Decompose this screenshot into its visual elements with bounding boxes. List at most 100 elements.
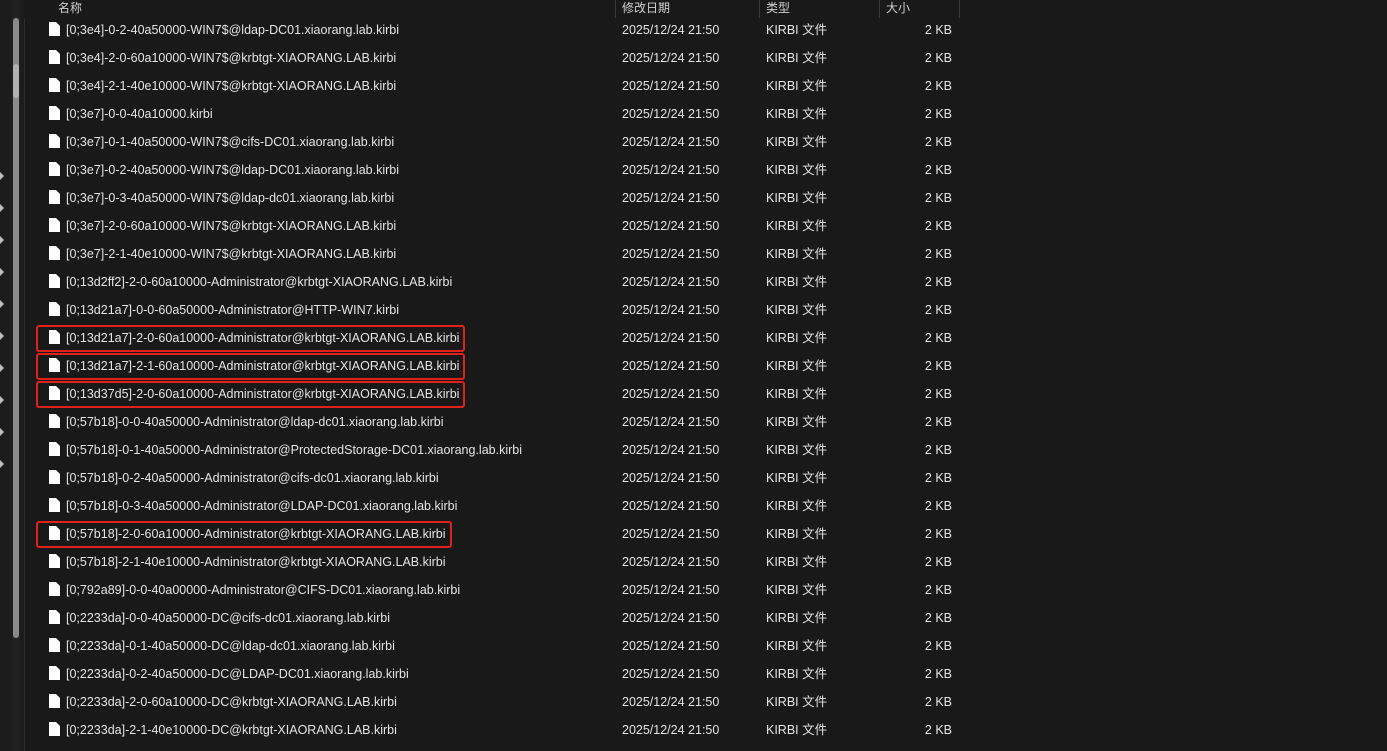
file-name: [0;57b18]-0-0-40a50000-Administrator@lda… bbox=[66, 415, 444, 429]
file-modified-date: 2025/12/24 21:50 bbox=[622, 247, 720, 261]
file-size: 2 KB bbox=[924, 723, 952, 737]
file-row[interactable]: [0;3e7]-0-1-40a50000-WIN7$@cifs-DC01.xia… bbox=[24, 128, 1387, 156]
file-size: 2 KB bbox=[924, 191, 952, 205]
chevron-right-icon[interactable] bbox=[0, 236, 4, 244]
file-name: [0;3e7]-0-2-40a50000-WIN7$@ldap-DC01.xia… bbox=[66, 163, 400, 177]
file-modified-date: 2025/12/24 21:50 bbox=[622, 667, 720, 681]
file-size: 2 KB bbox=[924, 639, 952, 653]
file-row[interactable]: [0;792a89]-0-0-40a00000-Administrator@CI… bbox=[24, 576, 1387, 604]
file-name: [0;3e7]-0-0-40a10000.kirbi bbox=[66, 107, 213, 121]
file-row[interactable]: [0;13d37d5]-2-0-60a10000-Administrator@k… bbox=[24, 380, 1387, 408]
file-type: KIRBI 文件 bbox=[766, 695, 828, 709]
file-size: 2 KB bbox=[924, 359, 952, 373]
file-size: 2 KB bbox=[924, 79, 952, 93]
file-name: [0;3e4]-0-2-40a50000-WIN7$@ldap-DC01.xia… bbox=[66, 23, 400, 37]
file-icon bbox=[49, 218, 60, 232]
file-row[interactable]: [0;3e4]-2-1-40e10000-WIN7$@krbtgt-XIAORA… bbox=[24, 72, 1387, 100]
file-size: 2 KB bbox=[924, 247, 952, 261]
file-modified-date: 2025/12/24 21:50 bbox=[622, 107, 720, 121]
file-modified-date: 2025/12/24 21:50 bbox=[622, 723, 720, 737]
navigation-scrollbar[interactable] bbox=[12, 0, 20, 751]
chevron-right-icon[interactable] bbox=[0, 460, 4, 468]
file-row[interactable]: [0;3e4]-0-2-40a50000-WIN7$@ldap-DC01.xia… bbox=[24, 16, 1387, 44]
file-size: 2 KB bbox=[924, 499, 952, 513]
file-modified-date: 2025/12/24 21:50 bbox=[622, 331, 720, 345]
file-row[interactable]: [0;3e7]-0-0-40a10000.kirbi 2025/12/24 21:… bbox=[24, 100, 1387, 128]
scrollbar-thumb[interactable] bbox=[13, 64, 19, 98]
file-row[interactable]: [0;57b18]-2-1-40e10000-Administrator@krb… bbox=[24, 548, 1387, 576]
scrollbar-track-fill bbox=[13, 18, 19, 638]
file-type: KIRBI 文件 bbox=[766, 51, 828, 65]
file-row[interactable]: [0;3e7]-0-2-40a50000-WIN7$@ldap-DC01.xia… bbox=[24, 156, 1387, 184]
file-name: [0;13d21a7]-0-0-60a50000-Administrator@H… bbox=[66, 303, 399, 317]
file-type: KIRBI 文件 bbox=[766, 555, 828, 569]
file-row[interactable]: [0;57b18]-2-0-60a10000-Administrator@krb… bbox=[24, 520, 1387, 548]
file-type: KIRBI 文件 bbox=[766, 639, 828, 653]
file-icon bbox=[49, 442, 60, 456]
file-modified-date: 2025/12/24 21:50 bbox=[622, 527, 720, 541]
file-name: [0;57b18]-0-2-40a50000-Administrator@cif… bbox=[66, 471, 439, 485]
file-icon bbox=[49, 106, 60, 120]
file-size: 2 KB bbox=[924, 135, 952, 149]
file-type: KIRBI 文件 bbox=[766, 667, 828, 681]
file-row[interactable]: [0;57b18]-0-1-40a50000-Administrator@Pro… bbox=[24, 436, 1387, 464]
file-name: [0;13d21a7]-2-1-60a10000-Administrator@k… bbox=[66, 359, 460, 373]
file-name: [0;3e7]-2-0-60a10000-WIN7$@krbtgt-XIAORA… bbox=[66, 219, 397, 233]
file-type: KIRBI 文件 bbox=[766, 303, 828, 317]
chevron-right-icon[interactable] bbox=[0, 268, 4, 276]
file-row[interactable]: [0;57b18]-0-0-40a50000-Administrator@lda… bbox=[24, 408, 1387, 436]
chevron-right-icon[interactable] bbox=[0, 364, 4, 372]
file-type: KIRBI 文件 bbox=[766, 247, 828, 261]
chevron-right-icon[interactable] bbox=[0, 332, 4, 340]
file-modified-date: 2025/12/24 21:50 bbox=[622, 275, 720, 289]
file-modified-date: 2025/12/24 21:50 bbox=[622, 163, 720, 177]
file-name: [0;57b18]-2-1-40e10000-Administrator@krb… bbox=[66, 555, 446, 569]
chevron-right-icon[interactable] bbox=[0, 172, 4, 180]
file-row[interactable]: [0;2233da]-2-1-40e10000-DC@krbtgt-XIAORA… bbox=[24, 716, 1387, 744]
file-name: [0;3e4]-2-1-40e10000-WIN7$@krbtgt-XIAORA… bbox=[66, 79, 397, 93]
file-modified-date: 2025/12/24 21:50 bbox=[622, 23, 720, 37]
chevron-right-icon[interactable] bbox=[0, 396, 4, 404]
file-row[interactable]: [0;3e7]-2-0-60a10000-WIN7$@krbtgt-XIAORA… bbox=[24, 212, 1387, 240]
file-name: [0;13d21a7]-2-0-60a10000-Administrator@k… bbox=[66, 331, 460, 345]
file-row[interactable]: [0;3e7]-0-3-40a50000-WIN7$@ldap-dc01.xia… bbox=[24, 184, 1387, 212]
file-row[interactable]: [0;2233da]-2-0-60a10000-DC@krbtgt-XIAORA… bbox=[24, 688, 1387, 716]
file-type: KIRBI 文件 bbox=[766, 275, 828, 289]
file-icon bbox=[49, 274, 60, 288]
file-type: KIRBI 文件 bbox=[766, 79, 828, 93]
file-modified-date: 2025/12/24 21:50 bbox=[622, 443, 720, 457]
file-type: KIRBI 文件 bbox=[766, 583, 828, 597]
file-row[interactable]: [0;2233da]-0-2-40a50000-DC@LDAP-DC01.xia… bbox=[24, 660, 1387, 688]
file-row[interactable]: [0;2233da]-0-0-40a50000-DC@cifs-dc01.xia… bbox=[24, 604, 1387, 632]
file-icon bbox=[49, 610, 60, 624]
file-modified-date: 2025/12/24 21:50 bbox=[622, 471, 720, 485]
file-icon bbox=[49, 22, 60, 36]
file-icon bbox=[49, 414, 60, 428]
file-size: 2 KB bbox=[924, 611, 952, 625]
file-type: KIRBI 文件 bbox=[766, 415, 828, 429]
file-row[interactable]: [0;3e4]-2-0-60a10000-WIN7$@krbtgt-XIAORA… bbox=[24, 44, 1387, 72]
file-row[interactable]: [0;2233da]-0-1-40a50000-DC@ldap-dc01.xia… bbox=[24, 632, 1387, 660]
file-size: 2 KB bbox=[924, 695, 952, 709]
file-row[interactable]: [0;13d21a7]-2-1-60a10000-Administrator@k… bbox=[24, 352, 1387, 380]
file-name: [0;3e7]-0-3-40a50000-WIN7$@ldap-dc01.xia… bbox=[66, 191, 395, 205]
file-row[interactable]: [0;13d21a7]-2-0-60a10000-Administrator@k… bbox=[24, 324, 1387, 352]
file-row[interactable]: [0;13d2ff2]-2-0-60a10000-Administrator@k… bbox=[24, 268, 1387, 296]
file-size: 2 KB bbox=[924, 667, 952, 681]
file-type: KIRBI 文件 bbox=[766, 219, 828, 233]
file-name: [0;57b18]-2-0-60a10000-Administrator@krb… bbox=[66, 527, 446, 541]
file-type: KIRBI 文件 bbox=[766, 499, 828, 513]
file-type: KIRBI 文件 bbox=[766, 135, 828, 149]
file-row[interactable]: [0;57b18]-0-2-40a50000-Administrator@cif… bbox=[24, 464, 1387, 492]
file-row[interactable]: [0;13d21a7]-0-0-60a50000-Administrator@H… bbox=[24, 296, 1387, 324]
file-name: [0;2233da]-0-0-40a50000-DC@cifs-dc01.xia… bbox=[66, 611, 390, 625]
chevron-right-icon[interactable] bbox=[0, 300, 4, 308]
navigation-pane bbox=[0, 0, 25, 751]
file-name: [0;792a89]-0-0-40a00000-Administrator@CI… bbox=[66, 583, 461, 597]
file-row[interactable]: [0;3e7]-2-1-40e10000-WIN7$@krbtgt-XIAORA… bbox=[24, 240, 1387, 268]
chevron-right-icon[interactable] bbox=[0, 204, 4, 212]
file-name: [0;2233da]-0-1-40a50000-DC@ldap-dc01.xia… bbox=[66, 639, 395, 653]
file-row[interactable]: [0;57b18]-0-3-40a50000-Administrator@LDA… bbox=[24, 492, 1387, 520]
file-name: [0;3e4]-2-0-60a10000-WIN7$@krbtgt-XIAORA… bbox=[66, 51, 397, 65]
chevron-right-icon[interactable] bbox=[0, 428, 4, 436]
